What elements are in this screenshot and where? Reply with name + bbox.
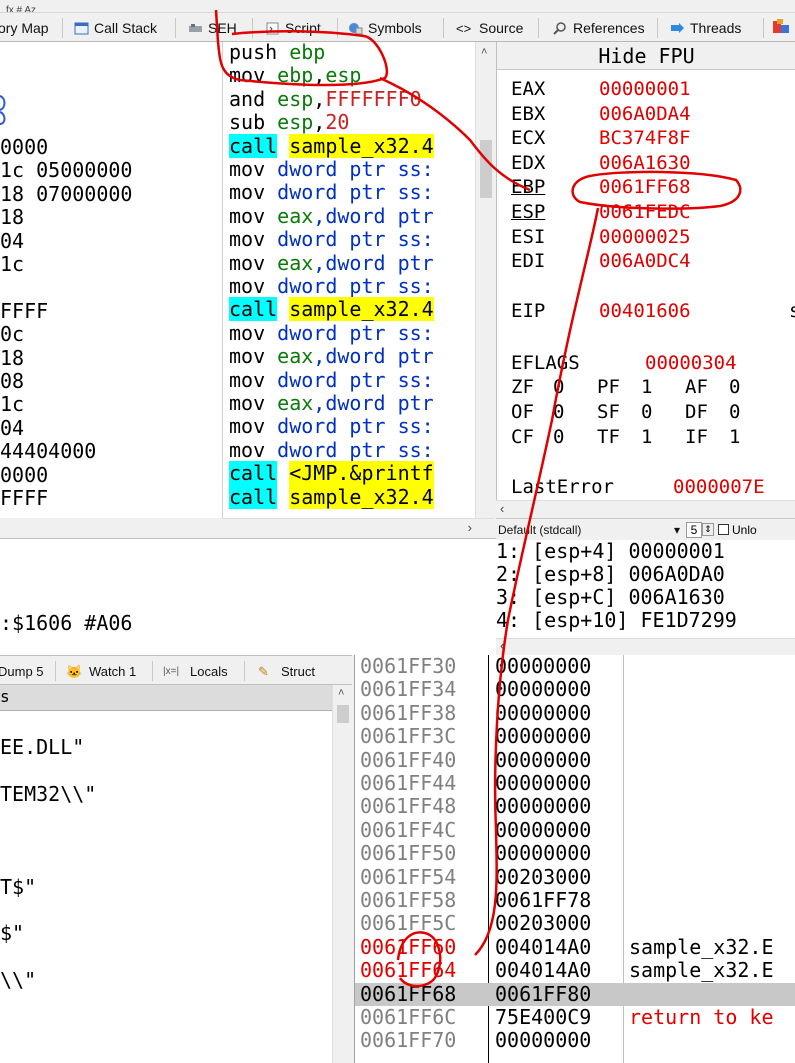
annotation-circle-ebp-value xyxy=(571,170,742,210)
annotation-circle-push-ebp xyxy=(214,9,388,87)
annotation-arrow-to-ebp xyxy=(379,76,531,192)
red-annotation-overlay xyxy=(214,9,742,988)
annotation-circle-stack-address xyxy=(396,931,442,988)
annotation-arrow-to-stack xyxy=(474,207,600,956)
